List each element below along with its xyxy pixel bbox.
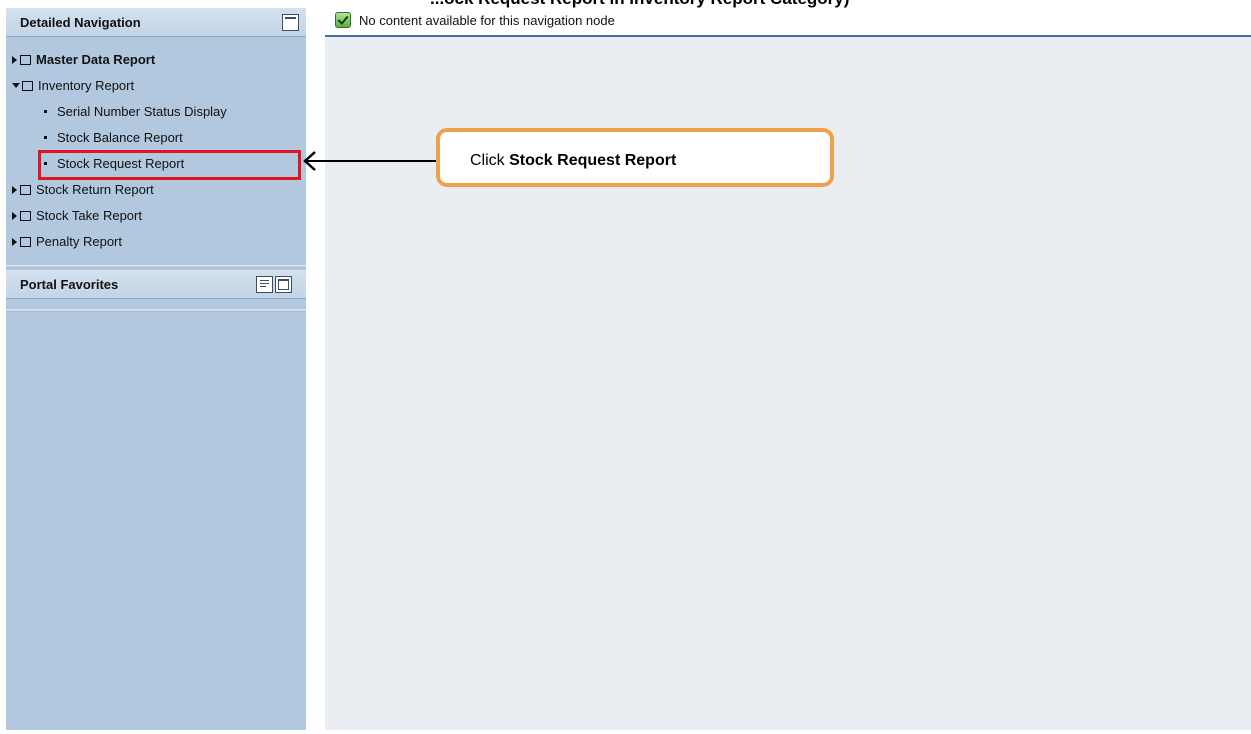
folder-icon (20, 237, 31, 247)
portal-favorites-title: Portal Favorites (20, 277, 119, 292)
tree-item-label: Penalty Report (36, 234, 122, 249)
tree-item-stock-take-report[interactable]: Stock Take Report (12, 206, 142, 226)
list-icon[interactable] (256, 276, 273, 293)
folder-icon (20, 185, 31, 195)
tree-item-serial-number-status-display[interactable]: Serial Number Status Display (44, 102, 227, 122)
cropped-caption: ...ock Request Report in Inventory Repor… (0, 0, 1251, 8)
tree-item-label: Serial Number Status Display (57, 104, 227, 119)
expand-arrow-icon[interactable] (12, 238, 17, 246)
tree-item-penalty-report[interactable]: Penalty Report (12, 232, 122, 252)
tree-item-inventory-report[interactable]: Inventory Report (12, 76, 134, 96)
expand-arrow-icon[interactable] (12, 212, 17, 220)
tree-item-stock-return-report[interactable]: Stock Return Report (12, 180, 154, 200)
callout-target: Stock Request Report (509, 152, 677, 169)
tree-item-stock-balance-report[interactable]: Stock Balance Report (44, 128, 183, 148)
tree-item-label: Stock Return Report (36, 182, 154, 197)
panel-separator (6, 265, 306, 268)
status-bar: No content available for this navigation… (325, 8, 1251, 37)
bullet-icon (44, 136, 47, 139)
tree-item-label: Stock Balance Report (57, 130, 183, 145)
caption-fragment: ...ock Request Report in Inventory Repor… (430, 0, 849, 8)
callout-text: Click Stock Request Report (470, 152, 676, 170)
minimize-icon[interactable] (282, 14, 299, 31)
collapse-arrow-icon[interactable] (12, 83, 20, 88)
detailed-navigation-header: Detailed Navigation (6, 8, 306, 37)
folder-icon (20, 211, 31, 221)
folder-icon (22, 81, 33, 91)
tree-item-master-data-report[interactable]: Master Data Report (12, 50, 155, 70)
status-message: No content available for this navigation… (359, 13, 615, 28)
folder-icon (20, 55, 31, 65)
tree-item-label: Master Data Report (36, 52, 156, 67)
instruction-callout: Click Stock Request Report (436, 128, 834, 187)
expand-arrow-icon[interactable] (12, 186, 17, 194)
expand-arrow-icon[interactable] (12, 56, 17, 64)
left-navigation-panel: Detailed Navigation Master Data Report I… (6, 8, 306, 730)
detailed-navigation-title: Detailed Navigation (20, 15, 141, 30)
tree-item-label: Stock Take Report (36, 208, 142, 223)
content-area: No content available for this navigation… (325, 8, 1251, 730)
panel-separator (6, 309, 306, 312)
portal-favorites-header: Portal Favorites (6, 270, 306, 299)
check-icon (335, 12, 351, 28)
bullet-icon (44, 110, 47, 113)
tree-item-label: Inventory Report (38, 78, 135, 93)
highlight-box (38, 150, 301, 180)
maximize-icon[interactable] (275, 276, 292, 293)
callout-arrow-icon (303, 151, 437, 171)
callout-prefix: Click (470, 152, 505, 169)
